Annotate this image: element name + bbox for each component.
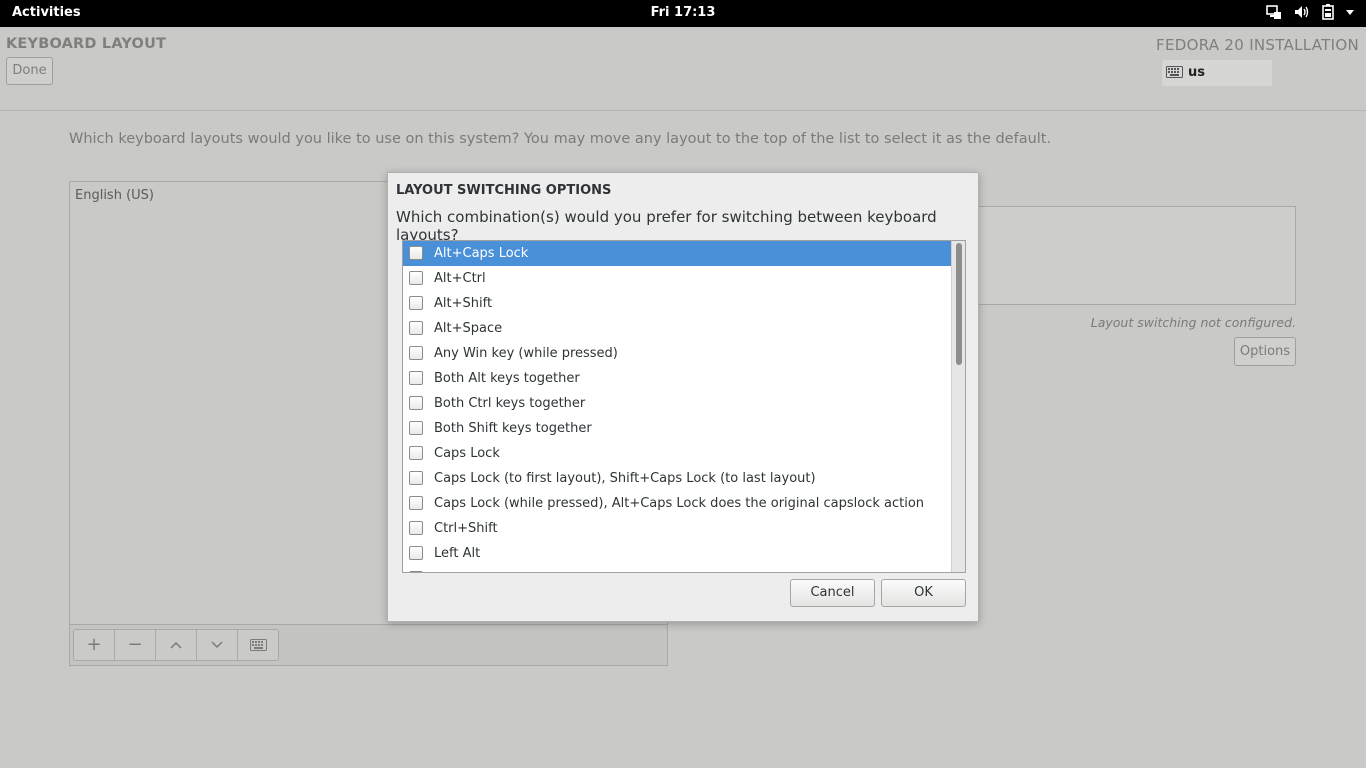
add-layout-button[interactable]: + — [73, 629, 115, 661]
layout-question: Which keyboard layouts would you like to… — [69, 131, 1052, 147]
layout-list-toolbar: + − — [69, 624, 668, 666]
list-item[interactable]: Caps Lock (to first layout), Shift+Caps … — [403, 466, 951, 491]
list-item[interactable]: Alt+Ctrl — [403, 266, 951, 291]
list-item[interactable]: Ctrl+Shift — [403, 516, 951, 541]
option-checkbox[interactable] — [409, 271, 423, 285]
list-item[interactable]: Caps Lock (while pressed), Alt+Caps Lock… — [403, 491, 951, 516]
option-label: Left Alt — [434, 546, 481, 561]
list-item[interactable]: Both Ctrl keys together — [403, 391, 951, 416]
option-label: Alt+Caps Lock — [434, 246, 529, 261]
product-title: FEDORA 20 INSTALLATION — [1156, 36, 1359, 54]
ok-button[interactable]: OK — [881, 579, 966, 607]
list-item[interactable]: Alt+Shift — [403, 291, 951, 316]
list-item[interactable] — [403, 566, 951, 572]
move-up-button[interactable] — [155, 629, 197, 661]
list-item[interactable]: Caps Lock — [403, 441, 951, 466]
option-label: Both Shift keys together — [434, 421, 592, 436]
switching-options-list[interactable]: Alt+Caps Lock Alt+Ctrl Alt+Shift Alt+Space A… — [402, 240, 966, 573]
option-checkbox[interactable] — [409, 346, 423, 360]
option-label: Alt+Space — [434, 321, 503, 336]
chevron-down-icon[interactable] — [1346, 8, 1354, 16]
option-checkbox[interactable] — [409, 496, 423, 510]
option-checkbox[interactable] — [409, 321, 423, 335]
chevron-up-icon — [170, 641, 182, 649]
option-label: Both Alt keys together — [434, 371, 580, 386]
volume-icon[interactable] — [1294, 4, 1310, 20]
list-item[interactable]: English (US) — [75, 188, 154, 203]
keyboard-icon — [1166, 66, 1183, 82]
list-item[interactable]: Alt+Space — [403, 316, 951, 341]
preview-layout-button[interactable] — [237, 629, 279, 661]
layout-switching-status: Layout switching not configured. — [1090, 315, 1296, 330]
option-checkbox[interactable] — [409, 521, 423, 535]
spoke-header: KEYBOARD LAYOUT Done FEDORA 20 INSTALLAT… — [0, 27, 1366, 111]
option-label: Ctrl+Shift — [434, 521, 498, 536]
option-checkbox[interactable] — [409, 446, 423, 460]
dialog-question: Which combination(s) would you prefer fo… — [396, 208, 937, 244]
option-label: Caps Lock — [434, 446, 500, 461]
cancel-button[interactable]: Cancel — [790, 579, 875, 607]
list-item[interactable]: Both Shift keys together — [403, 416, 951, 441]
list-item[interactable]: Left Alt — [403, 541, 951, 566]
option-label: Alt+Shift — [434, 296, 493, 311]
layout-switching-box — [975, 206, 1296, 305]
clock[interactable]: Fri 17:13 — [0, 5, 1366, 20]
option-checkbox[interactable] — [409, 546, 423, 560]
done-button[interactable]: Done — [6, 57, 53, 85]
scrollbar-thumb[interactable] — [956, 243, 962, 365]
keyboard-layout-code: us — [1188, 65, 1205, 80]
option-label: Caps Lock (to first layout), Shift+Caps … — [434, 471, 816, 486]
move-down-button[interactable] — [196, 629, 238, 661]
option-checkbox[interactable] — [409, 246, 423, 260]
option-checkbox[interactable] — [409, 296, 423, 310]
option-checkbox[interactable] — [409, 471, 423, 485]
system-tray[interactable] — [1266, 4, 1354, 20]
option-label: Any Win key (while pressed) — [434, 346, 618, 361]
option-checkbox[interactable] — [409, 571, 423, 572]
list-item[interactable]: Alt+Caps Lock — [403, 241, 951, 266]
option-checkbox[interactable] — [409, 421, 423, 435]
options-button[interactable]: Options — [1234, 337, 1296, 366]
chevron-down-icon — [211, 641, 223, 649]
option-label: Alt+Ctrl — [434, 271, 486, 286]
list-item[interactable]: Any Win key (while pressed) — [403, 341, 951, 366]
battery-icon[interactable] — [1322, 4, 1334, 20]
options-scrollbar[interactable] — [951, 241, 965, 572]
layout-switching-dialog: LAYOUT SWITCHING OPTIONS Which combinati… — [387, 172, 979, 622]
option-checkbox[interactable] — [409, 371, 423, 385]
keyboard-icon — [249, 639, 267, 651]
dialog-title: LAYOUT SWITCHING OPTIONS — [396, 183, 612, 198]
option-checkbox[interactable] — [409, 396, 423, 410]
list-item[interactable]: Both Alt keys together — [403, 366, 951, 391]
keyboard-layout-indicator[interactable]: us — [1162, 60, 1272, 86]
option-label: Both Ctrl keys together — [434, 396, 586, 411]
remove-layout-button[interactable]: − — [114, 629, 156, 661]
option-label: Caps Lock (while pressed), Alt+Caps Lock… — [434, 496, 925, 511]
spoke-title: KEYBOARD LAYOUT — [6, 36, 167, 52]
gnome-top-bar: Activities Fri 17:13 — [0, 0, 1366, 27]
network-icon[interactable] — [1266, 4, 1282, 20]
